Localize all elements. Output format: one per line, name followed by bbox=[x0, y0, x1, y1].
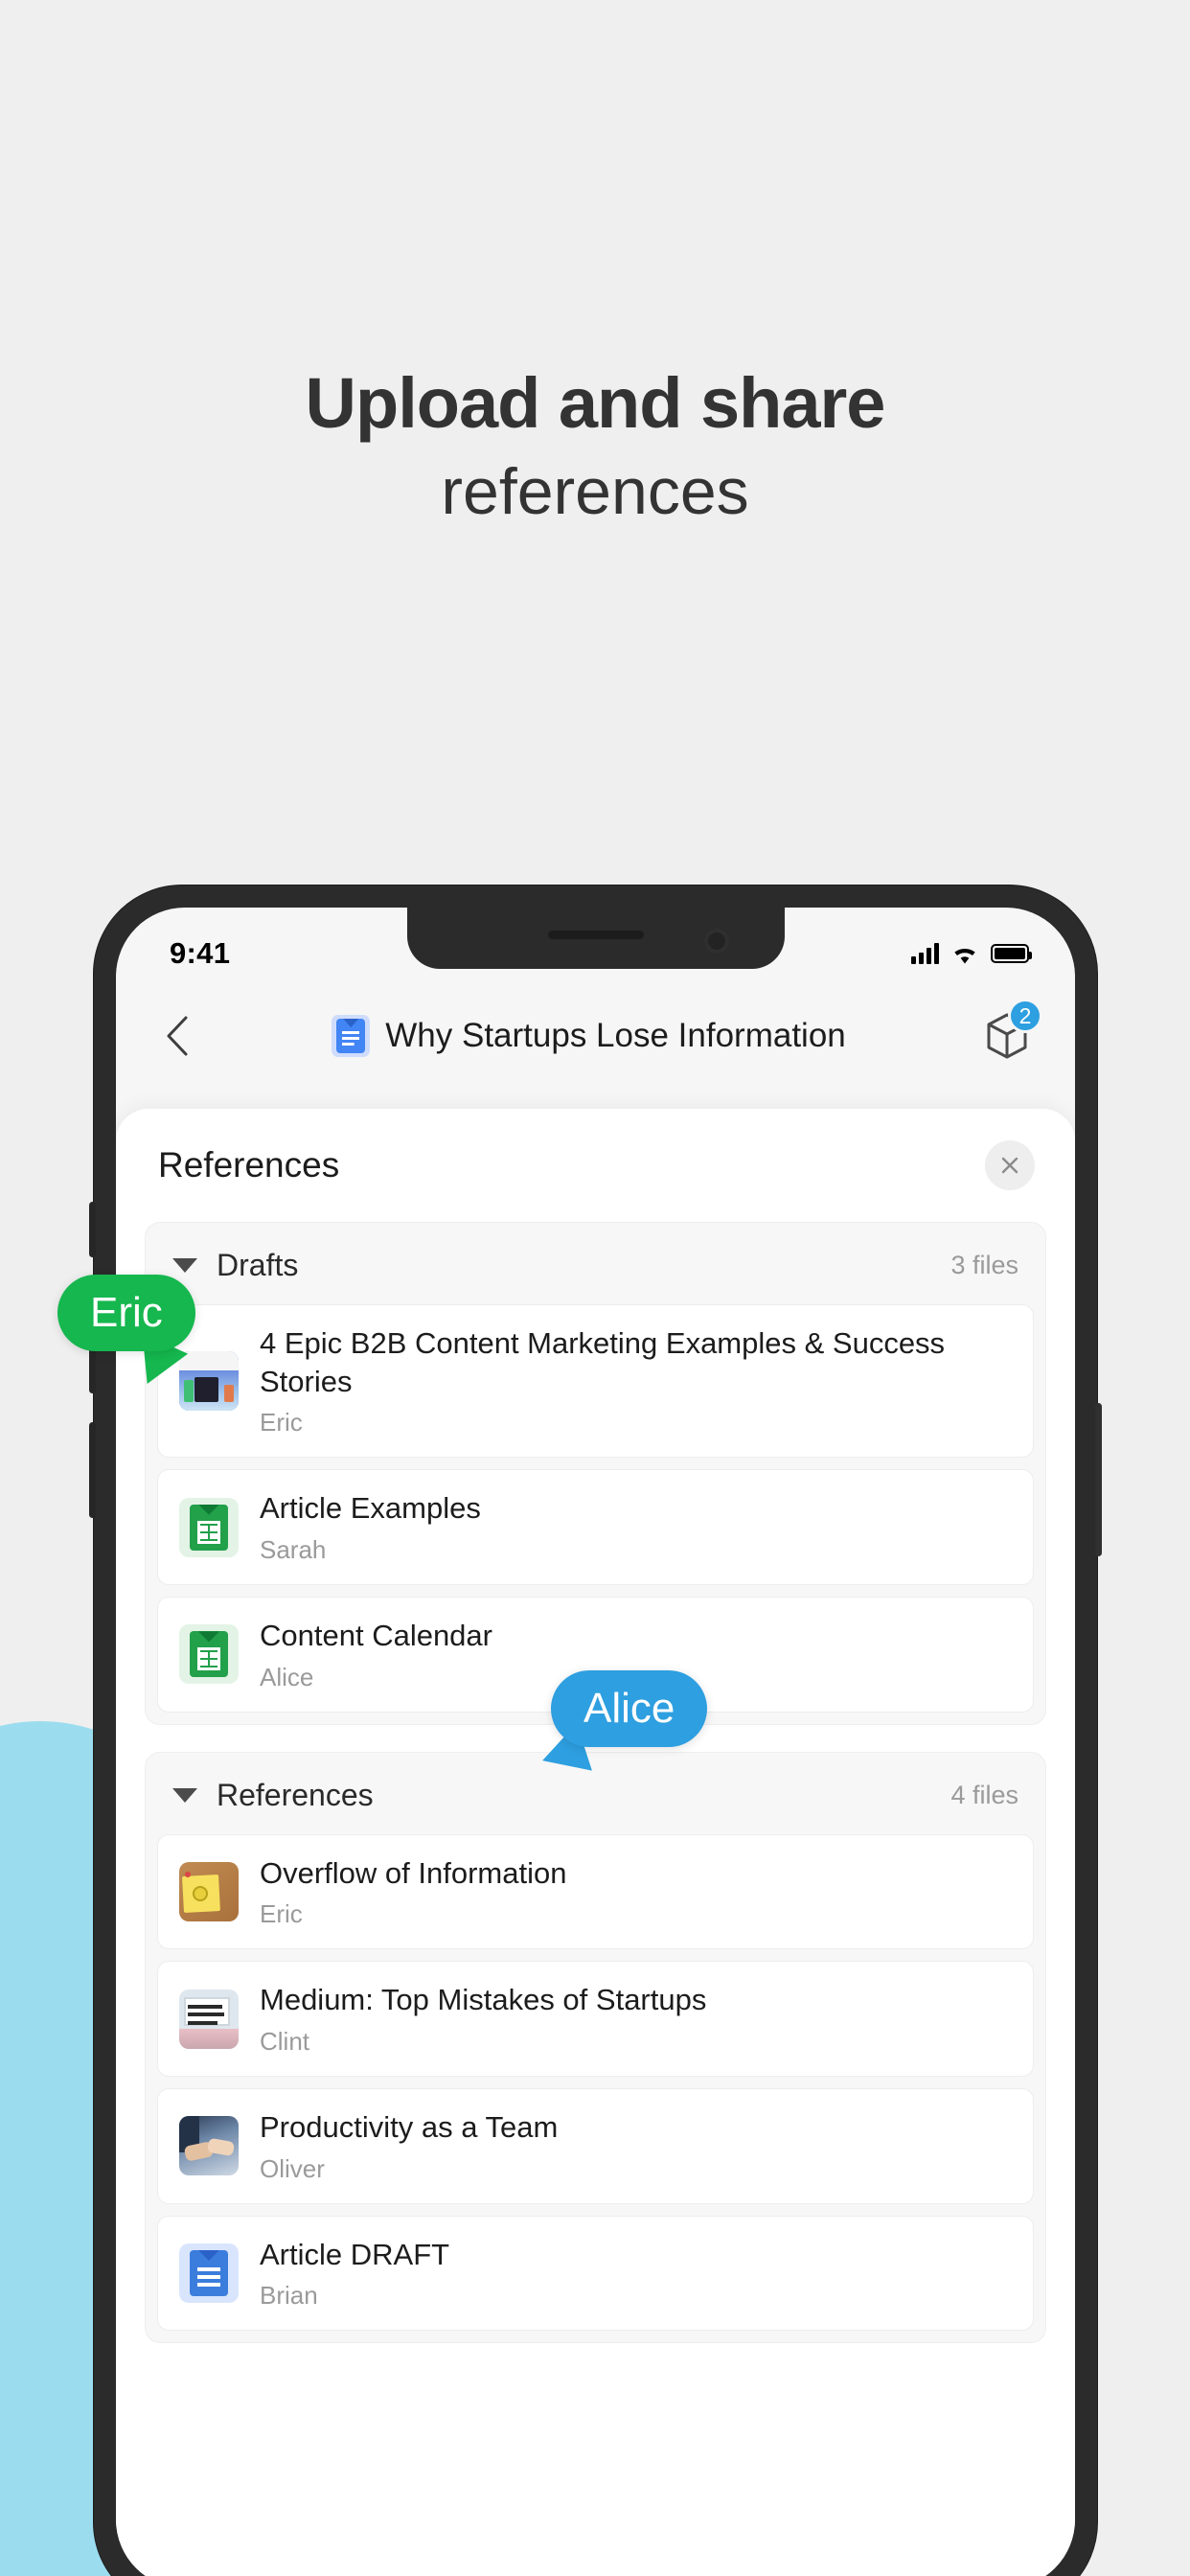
file-title: Article DRAFT bbox=[260, 2237, 450, 2271]
file-title: Medium: Top Mistakes of Startups bbox=[260, 1983, 707, 2017]
package-badge: 2 bbox=[1008, 999, 1042, 1033]
group-file-count: 4 files bbox=[950, 1780, 1018, 1809]
phone-volume-down-button bbox=[89, 1422, 96, 1518]
file-groups: Drafts 3 files 4 Epic B2B Content Market… bbox=[116, 1222, 1075, 2389]
article-preview-thumbnail bbox=[179, 1351, 239, 1412]
group-file-list: 4 Epic B2B Content Marketing Examples & … bbox=[146, 1304, 1045, 1724]
triangle-down-icon[interactable] bbox=[172, 1787, 197, 1803]
close-button[interactable] bbox=[985, 1140, 1035, 1190]
group-name: Drafts bbox=[217, 1248, 299, 1282]
phone-mute-switch bbox=[89, 1202, 96, 1257]
chevron-left-icon bbox=[167, 1016, 188, 1056]
turn-ideas-into-reality-thumbnail bbox=[179, 1989, 239, 2049]
file-owner: Sarah bbox=[260, 1535, 327, 1565]
collaborator-pill-eric: Eric bbox=[57, 1275, 195, 1351]
phone-power-button bbox=[1095, 1403, 1102, 1556]
group-file-count: 3 files bbox=[950, 1251, 1018, 1279]
navigation-bar: Why Startups Lose Information 2 bbox=[116, 982, 1075, 1090]
file-owner: Eric bbox=[260, 1408, 303, 1438]
file-group-references: References 4 files Overflow of Informati… bbox=[145, 1751, 1046, 2344]
collaborator-pill-alice: Alice bbox=[551, 1670, 708, 1747]
cellular-signal-icon bbox=[911, 943, 939, 964]
file-owner: Oliver bbox=[260, 2153, 325, 2183]
file-title: Article Examples bbox=[260, 1491, 481, 1526]
sheet-title: References bbox=[158, 1145, 340, 1184]
sheet-header: References bbox=[116, 1109, 1075, 1222]
list-item[interactable]: 4 Epic B2B Content Marketing Examples & … bbox=[157, 1304, 1034, 1459]
file-owner: Clint bbox=[260, 2027, 310, 2057]
list-item[interactable]: Overflow of Information Eric bbox=[157, 1833, 1034, 1950]
page-title: Upload and share references bbox=[0, 363, 1190, 534]
back-button[interactable] bbox=[150, 1009, 204, 1063]
google-docs-icon bbox=[332, 1015, 371, 1057]
earpiece-speaker bbox=[547, 931, 644, 939]
file-title: 4 Epic B2B Content Marketing Examples & … bbox=[260, 1326, 946, 1398]
google-sheets-icon bbox=[179, 1624, 239, 1685]
group-header[interactable]: References 4 files bbox=[146, 1753, 1045, 1834]
status-icons bbox=[911, 943, 1032, 964]
group-name: References bbox=[217, 1777, 374, 1812]
front-camera-icon bbox=[703, 929, 729, 954]
file-title: Productivity as a Team bbox=[260, 2110, 559, 2145]
file-owner: Brian bbox=[260, 2281, 318, 2311]
list-item[interactable]: Productivity as a Team Oliver bbox=[157, 2088, 1034, 2204]
headline-line-1: Upload and share bbox=[305, 363, 886, 443]
list-item[interactable]: Article DRAFT Brian bbox=[157, 2215, 1034, 2332]
file-title: Content Calendar bbox=[260, 1619, 492, 1653]
file-group-drafts: Drafts 3 files 4 Epic B2B Content Market… bbox=[145, 1222, 1046, 1725]
group-header[interactable]: Drafts 3 files bbox=[146, 1223, 1045, 1304]
file-owner: Eric bbox=[260, 1899, 303, 1929]
google-docs-icon bbox=[179, 2243, 239, 2304]
headline-line-2: references bbox=[441, 454, 749, 528]
document-title: Why Startups Lose Information bbox=[385, 1017, 846, 1054]
google-sheets-icon bbox=[179, 1497, 239, 1557]
wifi-icon bbox=[951, 944, 978, 964]
package-box-button[interactable]: 2 bbox=[973, 999, 1042, 1070]
battery-full-icon bbox=[991, 944, 1032, 963]
status-time: 9:41 bbox=[170, 936, 231, 970]
phone-notch bbox=[406, 908, 785, 969]
team-handshake-thumbnail bbox=[179, 2116, 239, 2176]
list-item[interactable]: Medium: Top Mistakes of Startups Clint bbox=[157, 1961, 1034, 2078]
triangle-down-icon[interactable] bbox=[172, 1258, 197, 1273]
group-file-list: Overflow of Information Eric Medium: Top… bbox=[146, 1833, 1045, 2343]
navbar-title-group[interactable]: Why Startups Lose Information bbox=[204, 1015, 973, 1057]
corkboard-sticky-note-thumbnail bbox=[179, 1862, 239, 1922]
close-icon bbox=[1001, 1157, 1018, 1174]
references-sheet: References Drafts 3 files 4 Epic B2B Con… bbox=[116, 1109, 1075, 2576]
file-title: Overflow of Information bbox=[260, 1855, 567, 1890]
list-item[interactable]: Article Examples Sarah bbox=[157, 1469, 1034, 1586]
